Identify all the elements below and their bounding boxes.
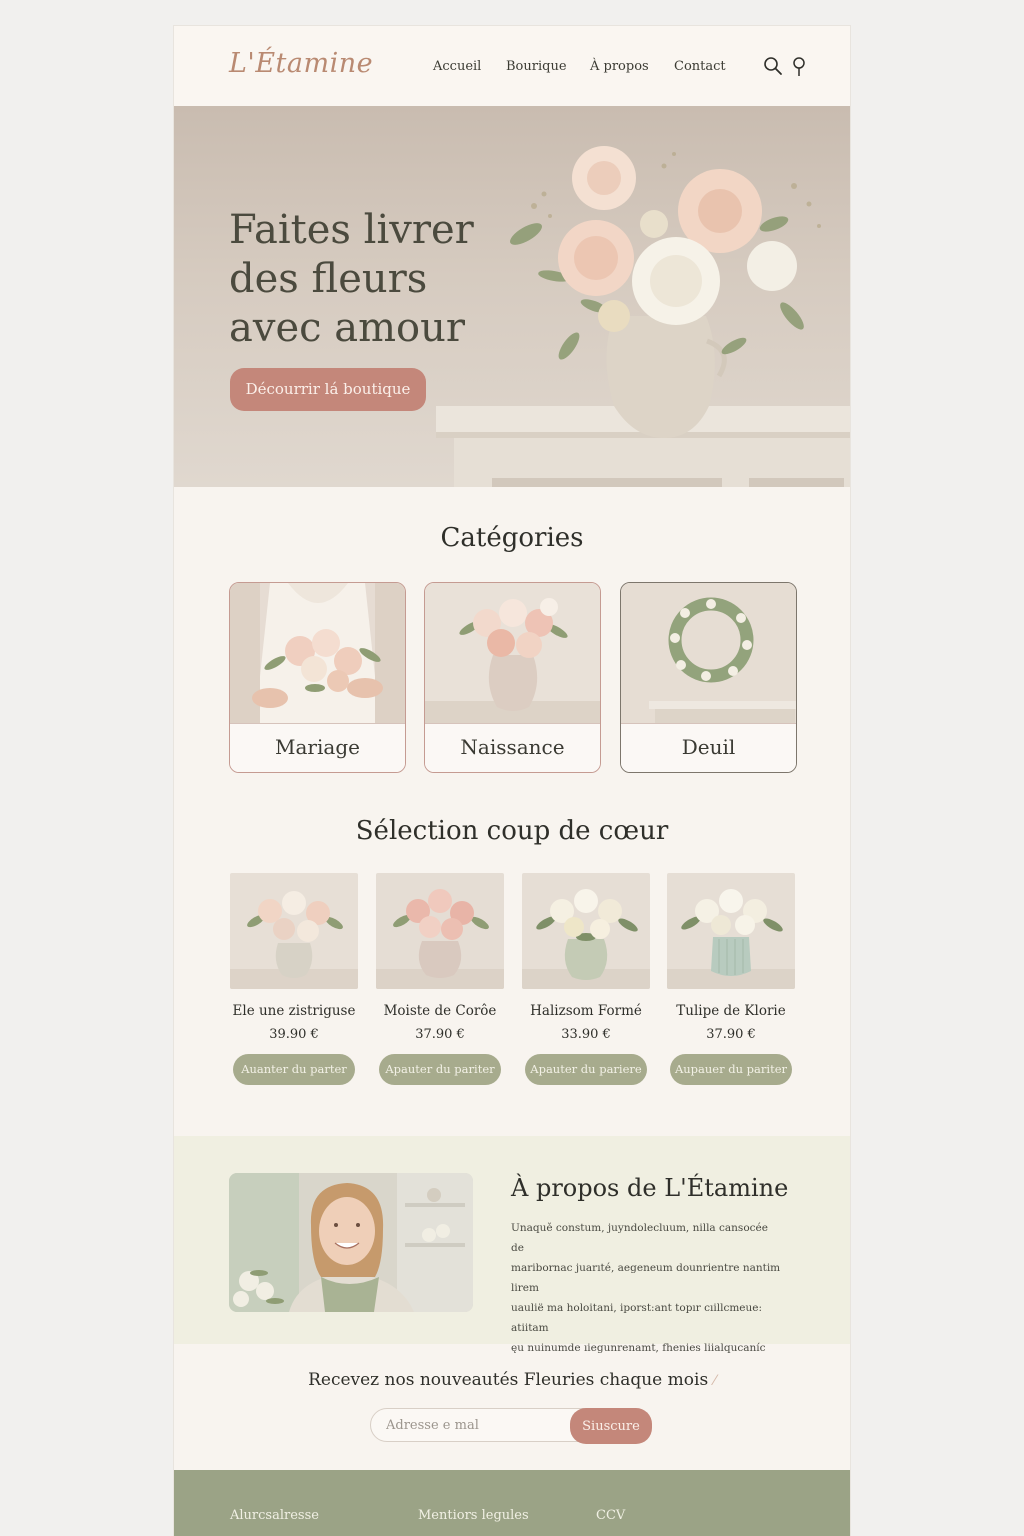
category-card-naissance[interactable]: Naissance	[424, 582, 601, 773]
footer-link-cgv[interactable]: CCV	[596, 1508, 625, 1523]
discover-shop-button[interactable]: Décourrir lá boutique	[230, 368, 426, 411]
category-label: Deuil	[621, 723, 796, 772]
product-card: Ele une zistriguse 39.90 € Auanter du pa…	[230, 873, 358, 1085]
product-price: 37.90 €	[415, 1027, 465, 1042]
product-name: Moiste de Corôe	[383, 1003, 497, 1019]
wreath-image	[621, 583, 796, 723]
product-name: Halizsom Formé	[530, 1003, 642, 1019]
footer-link-address[interactable]: Alurcsalresse	[230, 1508, 319, 1523]
subscribe-button[interactable]: Siuscure	[570, 1408, 652, 1444]
email-field[interactable]	[370, 1408, 600, 1442]
naissance-vase-image	[425, 583, 600, 723]
search-icon[interactable]	[763, 56, 783, 80]
category-label: Mariage	[230, 723, 405, 772]
page: L'Étamine Accueil Bourique À propos Cont…	[174, 26, 850, 1536]
about-section: À propos de L'Étamine Unaquě constum, ju…	[174, 1136, 850, 1354]
about-title: À propos de L'Étamine	[511, 1174, 789, 1202]
logo[interactable]: L'Étamine	[229, 48, 373, 79]
product-price: 37.90 €	[706, 1027, 756, 1042]
sparkle-icon: ⁄	[713, 1373, 716, 1389]
product-card: Tulipe de Klorie 37.90 € Aupauer du pari…	[667, 873, 795, 1085]
nav-a-propos[interactable]: À propos	[590, 59, 649, 74]
add-to-cart-button[interactable]: Apauter du pariter	[379, 1054, 501, 1085]
product-card: Halizsom Formé 33.90 € Apauter du parier…	[522, 873, 650, 1085]
location-pin-icon[interactable]	[791, 56, 807, 82]
hero-banner: Faites livrer des fleurs avec amour Déco…	[174, 106, 850, 487]
add-to-cart-button[interactable]: Apauter du pariere	[525, 1054, 647, 1085]
footer-link-legal[interactable]: Mentiors legules	[418, 1508, 529, 1523]
hero-title: Faites livrer des fleurs avec amour	[229, 207, 474, 351]
category-label: Naissance	[425, 723, 600, 772]
categories-title: Catégories	[440, 523, 584, 553]
product-image[interactable]	[230, 873, 358, 989]
category-card-mariage[interactable]: Mariage	[229, 582, 406, 773]
nav-accueil[interactable]: Accueil	[433, 59, 481, 74]
product-name: Tulipe de Klorie	[676, 1003, 786, 1019]
product-image[interactable]	[522, 873, 650, 989]
product-card: Moiste de Corôe 37.90 € Apauter du parit…	[376, 873, 504, 1085]
product-image[interactable]	[376, 873, 504, 989]
nav-contact[interactable]: Contact	[674, 59, 726, 74]
product-image[interactable]	[667, 873, 795, 989]
product-price: 39.90 €	[269, 1027, 319, 1042]
site-footer: Alurcsalresse Mentiors legules CCV	[174, 1470, 850, 1536]
florist-portrait-image	[229, 1173, 473, 1312]
category-card-deuil[interactable]: Deuil	[620, 582, 797, 773]
product-price: 33.90 €	[561, 1027, 611, 1042]
product-name: Ele une zistriguse	[232, 1003, 356, 1019]
selection-title: Sélection coup de cœur	[355, 816, 669, 846]
nav-boutique[interactable]: Bourique	[506, 59, 567, 74]
newsletter-title: Recevez nos nouveautés Fleuries chaque m…	[174, 1370, 850, 1390]
add-to-cart-button[interactable]: Auanter du parter	[233, 1054, 355, 1085]
site-header: L'Étamine Accueil Bourique À propos Cont…	[174, 26, 850, 106]
bride-bouquet-image	[230, 583, 405, 723]
add-to-cart-button[interactable]: Aupauer du pariter	[670, 1054, 792, 1085]
newsletter-title-text: Recevez nos nouveautés Fleuries chaque m…	[308, 1370, 709, 1390]
about-text: Unaquě constum, juyndolecluum, nilla can…	[511, 1222, 781, 1354]
